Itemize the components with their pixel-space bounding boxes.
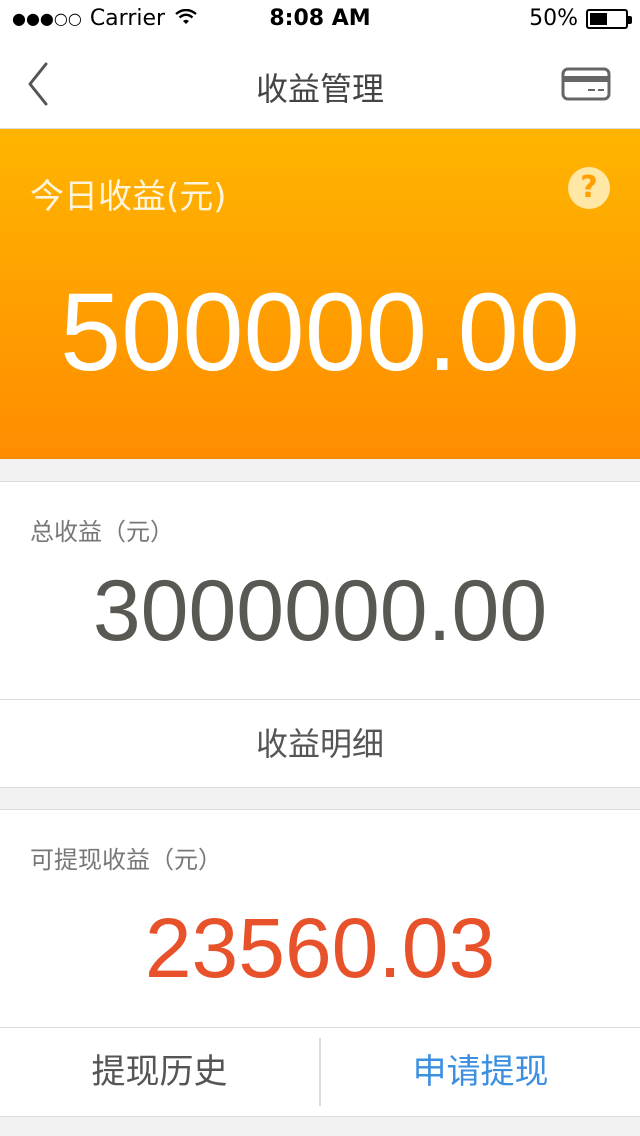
credit-card-icon (561, 67, 611, 101)
earnings-detail-link[interactable]: 收益明细 (0, 700, 640, 788)
today-earnings-panel: 今日收益(元) ? 500000.00 (0, 129, 640, 459)
withdraw-action-row: 提现历史 申请提现 (0, 1028, 640, 1116)
total-earnings-amount: 3000000.00 (92, 563, 548, 659)
battery-icon (586, 8, 632, 29)
battery-fill (590, 12, 607, 25)
total-earnings-card: 总收益（元） 3000000.00 收益明细 (0, 481, 640, 788)
navigation-bar: 收益管理 (0, 40, 640, 129)
battery-percent: 50% (529, 6, 578, 31)
withdraw-history-button[interactable]: 提现历史 (0, 1028, 319, 1116)
status-right: 50% (529, 6, 632, 31)
total-earnings-label: 总收益（元） (30, 518, 174, 546)
help-icon[interactable]: ? (568, 167, 610, 209)
apply-withdraw-button[interactable]: 申请提现 (321, 1028, 640, 1116)
withdrawable-earnings-card: 可提现收益（元） 23560.03 提现历史 申请提现 (0, 809, 640, 1117)
withdrawable-earnings-amount: 23560.03 (144, 901, 496, 995)
battery-cap (628, 15, 632, 24)
withdrawable-earnings-label: 可提现收益（元） (30, 846, 222, 874)
today-earnings-label: 今日收益(元) (30, 177, 227, 217)
bank-card-button[interactable] (560, 64, 616, 104)
status-bar: ●●●○○ Carrier 8:08 AM 50% (0, 0, 640, 40)
page-title: 收益管理 (255, 70, 384, 108)
today-earnings-amount: 500000.00 (60, 271, 580, 394)
